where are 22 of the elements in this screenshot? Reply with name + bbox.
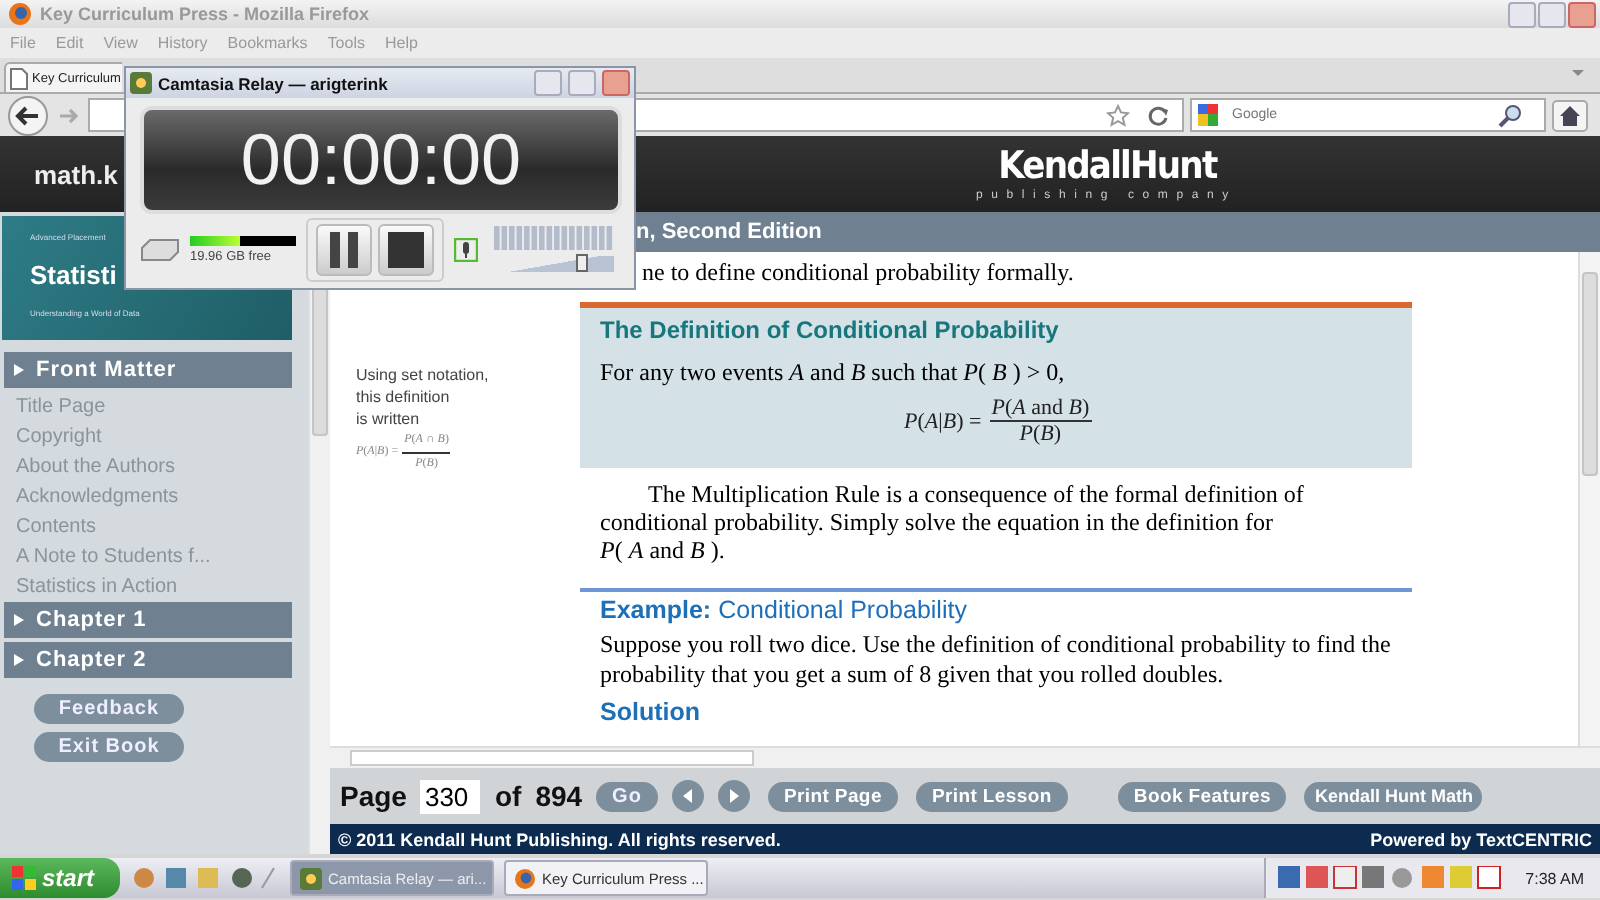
definition-text: For any two events A and B such that P( B ) > 0,: [600, 358, 1067, 388]
section-title: n, Second Edition: [636, 220, 822, 244]
paragraph: The Multiplication Rule is a consequence of the formal definition of conditional probability. Simply solve the equation in the definition for P( A and B ).: [598, 478, 1306, 564]
margin-note: Using set notation,: [356, 364, 491, 386]
site-host: math.k: [34, 159, 118, 189]
page-total: 894: [535, 780, 583, 812]
definition-title: The Definition of Conditional Probability: [600, 316, 1061, 344]
page-label: Page: [340, 780, 407, 812]
example-heading: Example: Conditional Probability: [580, 588, 1412, 624]
intro-text: ne to define conditional probability formally.: [642, 258, 1076, 290]
page-of-label: of: [494, 780, 522, 812]
recorder-title: Camtasia Relay — arigterink: [158, 73, 388, 93]
example-text: Suppose you roll two dice. Use the definition of conditional probability to find the probability that you get a sum of 8 given that you rolled doubles.: [598, 628, 1393, 690]
window-title: Key Curriculum Press - Mozilla Firefox: [40, 4, 370, 24]
clock: 7:38 AM: [1525, 869, 1584, 887]
solution-heading: Solution: [598, 696, 702, 726]
copyright-text: © 2011 Kendall Hunt Publishing. All rights reserved.: [338, 829, 781, 849]
margin-note: is written: [356, 408, 422, 430]
timer-display: 00:00:00: [140, 106, 622, 214]
powered-by-text: Powered by TextCENTRIC: [1370, 829, 1592, 849]
formula: P(A|B) = P(A and B) P(B): [904, 396, 1094, 446]
margin-note: this definition: [356, 386, 452, 408]
